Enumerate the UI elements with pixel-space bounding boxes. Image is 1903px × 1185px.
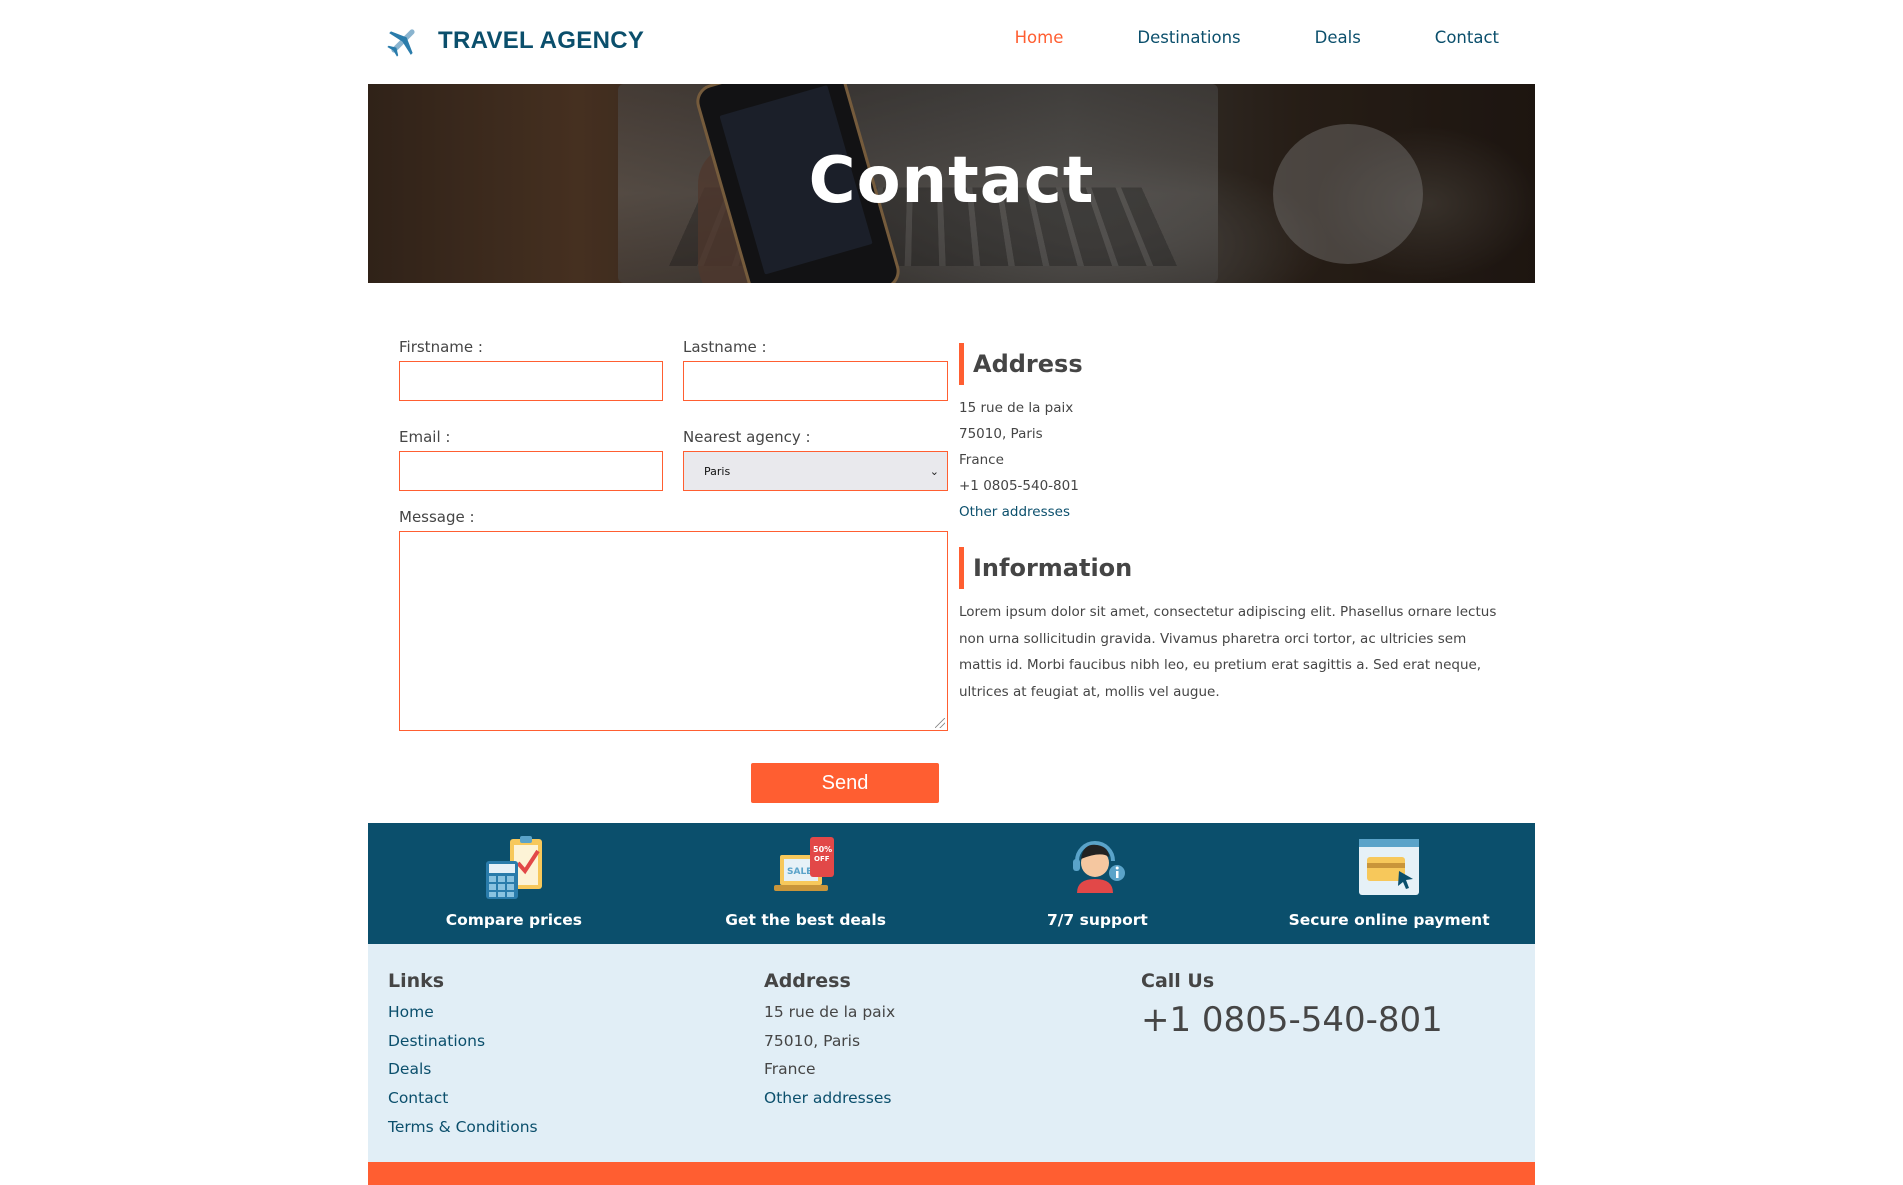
nav-deals[interactable]: Deals xyxy=(1315,28,1361,47)
feature-label: Get the best deals xyxy=(725,911,886,929)
agency-select-value: Paris xyxy=(704,464,731,478)
footer-address-line: 15 rue de la paix xyxy=(764,1003,896,1021)
site-header: TRAVEL AGENCY Home Destinations Deals Co… xyxy=(368,0,1535,84)
nav-destinations[interactable]: Destinations xyxy=(1137,28,1240,47)
lastname-input[interactable] xyxy=(683,361,948,401)
footer-link-destinations[interactable]: Destinations xyxy=(388,1027,538,1056)
footer-phone-number[interactable]: +1 0805-540-801 xyxy=(1141,1000,1443,1040)
credit-card-payment-icon xyxy=(1359,839,1420,895)
resize-handle-icon[interactable] xyxy=(935,718,945,728)
other-addresses-link[interactable]: Other addresses xyxy=(959,499,1509,525)
feature-label: Compare prices xyxy=(445,911,582,929)
nav-contact[interactable]: Contact xyxy=(1435,28,1499,47)
address-phone: +1 0805-540-801 xyxy=(959,478,1079,494)
footer-link-home[interactable]: Home xyxy=(388,998,538,1027)
lastname-label: Lastname : xyxy=(683,338,767,356)
information-text: Lorem ipsum dolor sit amet, consectetur … xyxy=(959,604,1497,700)
address-line: 15 rue de la paix xyxy=(959,400,1074,416)
address-line: France xyxy=(959,452,1004,468)
feature-support: 7/7 support xyxy=(952,823,1244,944)
compare-prices-icon xyxy=(485,836,542,899)
page-title: Contact xyxy=(808,144,1095,218)
sale-laptop-icon: SALE 50% OFF xyxy=(773,837,834,891)
footer-address-heading: Address xyxy=(764,970,851,992)
footer-link-terms[interactable]: Terms & Conditions xyxy=(388,1113,538,1142)
footer-link-contact[interactable]: Contact xyxy=(388,1084,538,1113)
footer-link-deals[interactable]: Deals xyxy=(388,1055,538,1084)
information-heading: Information xyxy=(959,547,1509,589)
feature-secure-payment: Secure online payment xyxy=(1243,823,1535,944)
contact-section: Firstname : Lastname : Email : Nearest a… xyxy=(368,283,1535,823)
footer-address-column: Address 15 rue de la paix 75010, Paris F… xyxy=(764,970,895,1113)
support-agent-icon xyxy=(1073,841,1126,893)
footer-address-line: France xyxy=(764,1060,816,1079)
logo[interactable]: TRAVEL AGENCY xyxy=(386,24,644,58)
main-nav: Home Destinations Deals Contact xyxy=(941,28,1499,47)
nav-home[interactable]: Home xyxy=(1015,28,1064,47)
footer-other-addresses-link[interactable]: Other addresses xyxy=(764,1084,895,1113)
site-footer: Links Home Destinations Deals Contact Te… xyxy=(368,944,1535,1162)
firstname-label: Firstname : xyxy=(399,338,483,356)
features-band: Compare prices SALE 50% OFF Get the best… xyxy=(368,823,1535,944)
footer-links-column: Links Home Destinations Deals Contact Te… xyxy=(388,970,538,1142)
svg-text:OFF: OFF xyxy=(814,855,830,863)
address-block: 15 rue de la paix 75010, Paris France +1… xyxy=(959,395,1509,525)
feature-label: Secure online payment xyxy=(1288,911,1490,929)
address-line: 75010, Paris xyxy=(959,426,1043,442)
feature-compare-prices: Compare prices xyxy=(368,823,660,944)
svg-text:SALE: SALE xyxy=(787,867,812,877)
agency-label: Nearest agency : xyxy=(683,428,811,446)
contact-info: Address 15 rue de la paix 75010, Paris F… xyxy=(959,343,1509,705)
message-label: Message : xyxy=(399,508,475,526)
email-label: Email : xyxy=(399,428,451,446)
hero-banner: Contact xyxy=(368,84,1535,283)
firstname-input[interactable] xyxy=(399,361,663,401)
feature-best-deals: SALE 50% OFF Get the best deals xyxy=(660,823,952,944)
message-textarea[interactable] xyxy=(399,531,948,731)
airplane-icon xyxy=(387,29,415,57)
footer-links-heading: Links xyxy=(388,970,445,992)
footer-bottom-bar xyxy=(368,1162,1535,1185)
brand-name: TRAVEL AGENCY xyxy=(438,27,645,54)
footer-call-column: Call Us +1 0805-540-801 xyxy=(1141,970,1443,1040)
send-button[interactable]: Send xyxy=(751,763,939,803)
chevron-down-icon: ⌄ xyxy=(929,464,939,478)
footer-call-heading: Call Us xyxy=(1141,970,1215,992)
email-input[interactable] xyxy=(399,451,663,491)
agency-select[interactable]: Paris ⌄ xyxy=(683,451,948,491)
address-heading: Address xyxy=(959,343,1509,385)
feature-label: 7/7 support xyxy=(1046,911,1148,929)
footer-address-line: 75010, Paris xyxy=(764,1031,861,1050)
svg-text:50%: 50% xyxy=(813,845,832,854)
